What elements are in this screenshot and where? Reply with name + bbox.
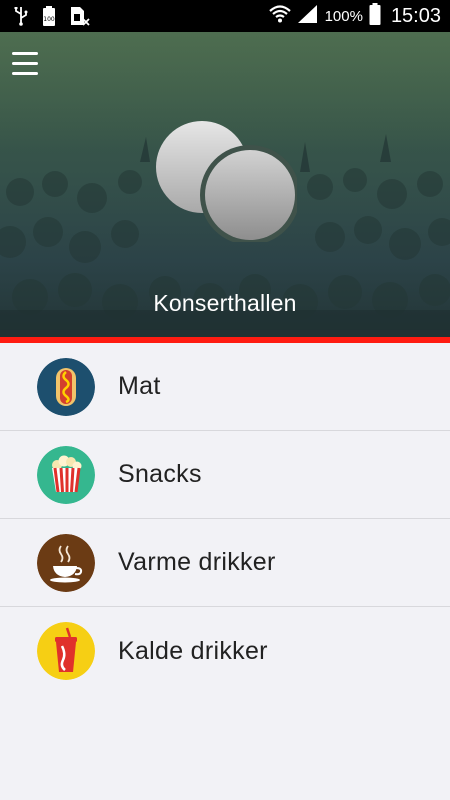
battery-icon [369, 3, 381, 30]
venue-logo [156, 121, 297, 242]
category-label: Mat [118, 372, 161, 400]
category-list: Mat Snacks Varme drikker Kalde drikker [0, 343, 450, 695]
status-right-icons: 100% 15:03 [268, 3, 441, 30]
status-left-icons: 100 [14, 6, 90, 31]
category-item-mat[interactable]: Mat [0, 343, 450, 431]
hamburger-menu-icon[interactable] [12, 52, 38, 76]
status-bar: 100 100% 15:03 [0, 0, 450, 32]
category-label: Snacks [118, 460, 202, 488]
category-label: Kalde drikker [118, 636, 268, 665]
venue-header: Konserthallen [0, 32, 450, 337]
venue-name: Konserthallen [153, 290, 297, 316]
wifi-icon [268, 4, 291, 29]
clock: 15:03 [390, 5, 441, 27]
signal-icon [297, 4, 319, 29]
category-item-kalde-drikker[interactable]: Kalde drikker [0, 607, 450, 695]
svg-text:100: 100 [43, 16, 55, 23]
battery-full-icon: 100 [42, 6, 56, 31]
popcorn-icon [37, 445, 95, 504]
cold-drink-icon [37, 622, 95, 680]
sim-card-icon [70, 6, 90, 31]
battery-percent: 100% [324, 8, 363, 25]
usb-icon [14, 6, 28, 31]
hotdog-icon [37, 357, 95, 416]
category-label: Varme drikker [118, 548, 276, 576]
category-item-snacks[interactable]: Snacks [0, 431, 450, 519]
category-item-varme-drikker[interactable]: Varme drikker [0, 519, 450, 607]
hot-drink-icon [37, 533, 95, 592]
